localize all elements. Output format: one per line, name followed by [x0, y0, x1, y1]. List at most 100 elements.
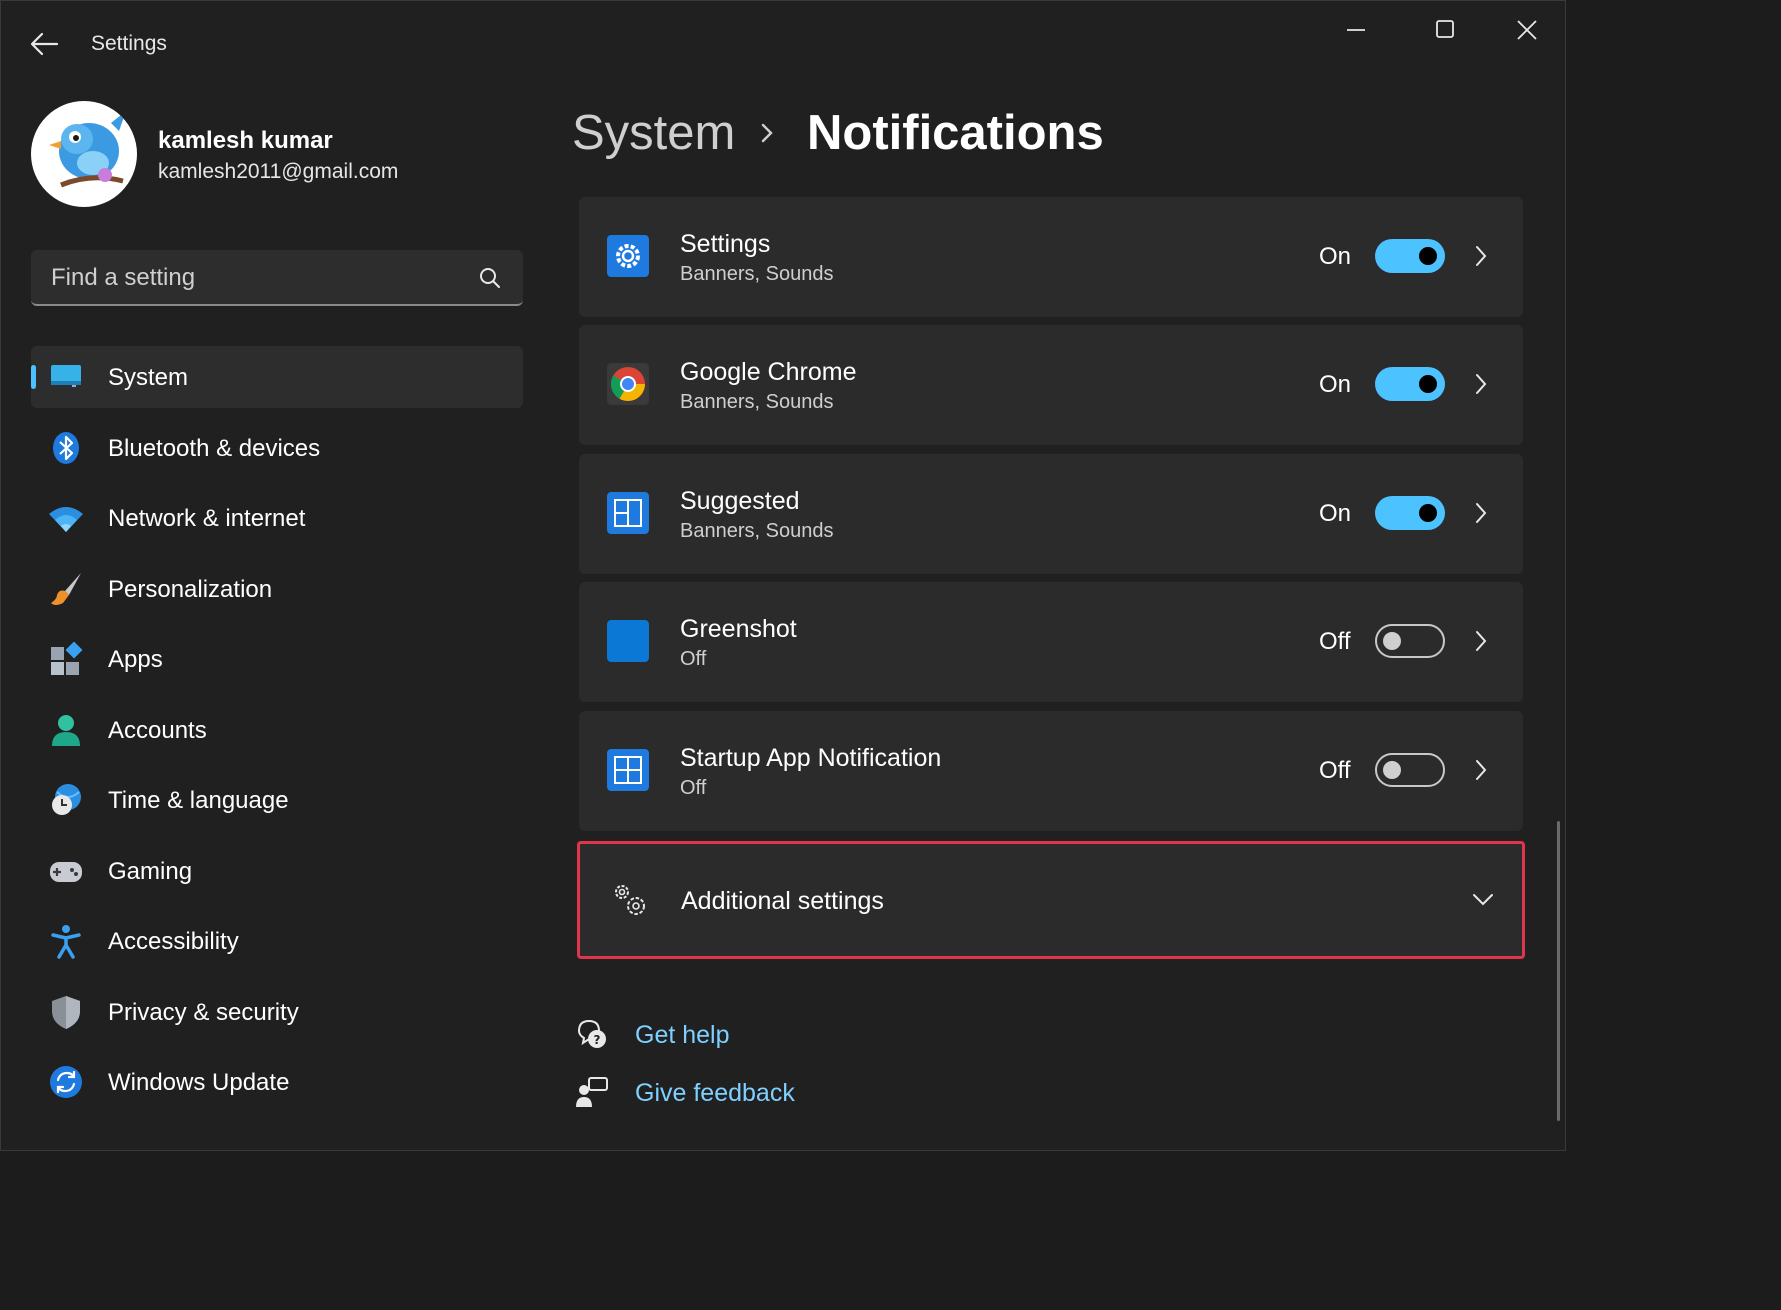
app-notification-types: Banners, Sounds: [680, 263, 834, 285]
maximize-icon: [1436, 20, 1454, 38]
get-help-label[interactable]: Get help: [635, 1021, 730, 1050]
sidebar-item-privacy-security[interactable]: Privacy & security: [31, 981, 523, 1043]
breadcrumb-parent[interactable]: System: [572, 105, 735, 161]
close-button[interactable]: [1487, 13, 1565, 47]
greenshot-icon: [607, 620, 649, 662]
toggle-knob: [1419, 504, 1437, 522]
toggle-knob: [1419, 247, 1437, 265]
sidebar-item-time-language[interactable]: Time & language: [31, 769, 523, 831]
monitor-icon: [51, 365, 81, 387]
update-icon: [50, 1066, 82, 1098]
toggle-knob: [1383, 761, 1401, 779]
globe-clock-icon: [52, 784, 81, 815]
notification-app-row[interactable]: Settings Banners, Sounds On: [579, 197, 1523, 317]
notification-toggle[interactable]: [1375, 239, 1445, 273]
search-box[interactable]: [31, 250, 523, 306]
feedback-icon: [576, 1077, 608, 1107]
bluetooth-icon: [53, 432, 79, 464]
person-icon: [52, 715, 80, 746]
toggle-state-label: On: [1319, 500, 1352, 527]
search-icon[interactable]: [477, 265, 503, 291]
sidebar-item-label: System: [108, 364, 189, 391]
gamepad-icon: [50, 862, 82, 882]
bird-avatar-icon: [49, 111, 126, 188]
app-title: Settings: [91, 32, 167, 55]
sidebar-item-gaming[interactable]: Gaming: [31, 840, 523, 902]
chrome-icon: [607, 363, 649, 405]
chevron-right-icon[interactable]: [1471, 628, 1491, 654]
minimize-icon: [1347, 29, 1365, 31]
back-arrow-icon: [30, 32, 59, 56]
apps-icon: [51, 641, 83, 675]
sidebar-item-label: Privacy & security: [108, 999, 299, 1026]
app-name: Settings: [680, 230, 771, 258]
shield-icon: [52, 996, 80, 1029]
give-feedback-label[interactable]: Give feedback: [635, 1079, 795, 1108]
app-name: Greenshot: [680, 615, 797, 643]
chevron-down-icon[interactable]: [1470, 888, 1496, 910]
maximize-button[interactable]: [1405, 13, 1483, 47]
accessibility-icon: [51, 925, 81, 959]
back-button[interactable]: [27, 29, 61, 59]
gears-icon: [615, 885, 645, 915]
sidebar-item-label: Accounts: [108, 717, 207, 744]
sidebar-item-label: Time & language: [108, 787, 289, 814]
active-indicator: [31, 365, 36, 389]
avatar[interactable]: [31, 101, 137, 207]
toggle-state-label: Off: [1319, 628, 1351, 655]
sidebar-item-label: Windows Update: [108, 1069, 290, 1096]
search-input[interactable]: [49, 262, 473, 294]
scrollbar[interactable]: [1557, 821, 1560, 1121]
wifi-icon: [49, 507, 83, 532]
toggle-knob: [1383, 632, 1401, 650]
sidebar-item-system[interactable]: System: [31, 346, 523, 408]
notification-app-row[interactable]: Greenshot Off Off: [579, 582, 1523, 702]
notification-app-row[interactable]: Google Chrome Banners, Sounds On: [579, 325, 1523, 445]
page-title: Notifications: [807, 106, 1104, 160]
notification-toggle[interactable]: [1375, 496, 1445, 530]
minimize-button[interactable]: [1317, 13, 1395, 47]
sidebar-item-network[interactable]: Network & internet: [31, 487, 523, 549]
startup-app-icon: [607, 749, 649, 791]
app-notification-types: Banners, Sounds: [680, 391, 834, 413]
app-notification-types: Off: [680, 648, 707, 670]
app-name: Startup App Notification: [680, 744, 942, 772]
app-name: Suggested: [680, 487, 800, 515]
suggested-icon: [607, 492, 649, 534]
breadcrumb-chevron-icon: [761, 123, 773, 143]
sidebar-item-label: Personalization: [108, 576, 273, 603]
sidebar-item-personalization[interactable]: Personalization: [31, 558, 523, 620]
app-notification-types: Off: [680, 777, 707, 799]
close-icon: [1517, 20, 1537, 40]
chevron-right-icon[interactable]: [1471, 243, 1491, 269]
notification-toggle[interactable]: [1375, 367, 1445, 401]
user-name: kamlesh kumar: [158, 127, 333, 154]
sidebar-item-label: Apps: [108, 646, 163, 673]
additional-settings-label: Additional settings: [681, 887, 884, 915]
sidebar-item-label: Gaming: [108, 858, 193, 885]
settings-gear-icon: [607, 235, 649, 277]
sidebar-item-accessibility[interactable]: Accessibility: [31, 910, 523, 972]
help-chat-icon: ?: [577, 1019, 606, 1048]
toggle-state-label: On: [1319, 243, 1352, 270]
notification-toggle[interactable]: [1375, 753, 1445, 787]
sidebar-item-bluetooth[interactable]: Bluetooth & devices: [31, 417, 523, 479]
sidebar-item-label: Bluetooth & devices: [108, 435, 321, 462]
notification-toggle[interactable]: [1375, 624, 1445, 658]
notification-app-row[interactable]: Suggested Banners, Sounds On: [579, 454, 1523, 574]
sidebar-item-label: Accessibility: [108, 928, 239, 955]
toggle-knob: [1419, 375, 1437, 393]
notification-app-row[interactable]: Startup App Notification Off Off: [579, 711, 1523, 831]
sidebar-item-apps[interactable]: Apps: [31, 628, 523, 690]
app-name: Google Chrome: [680, 358, 857, 386]
app-notification-types: Banners, Sounds: [680, 520, 834, 542]
chevron-right-icon[interactable]: [1471, 500, 1491, 526]
chevron-right-icon[interactable]: [1471, 371, 1491, 397]
sidebar-item-accounts[interactable]: Accounts: [31, 699, 523, 761]
svg-text:?: ?: [594, 1033, 601, 1047]
sidebar-item-label: Network & internet: [108, 505, 306, 532]
sidebar-item-windows-update[interactable]: Windows Update: [31, 1051, 523, 1113]
additional-settings-expander[interactable]: Additional settings: [577, 841, 1525, 959]
user-email: kamlesh2011@gmail.com: [158, 160, 399, 183]
chevron-right-icon[interactable]: [1471, 757, 1491, 783]
